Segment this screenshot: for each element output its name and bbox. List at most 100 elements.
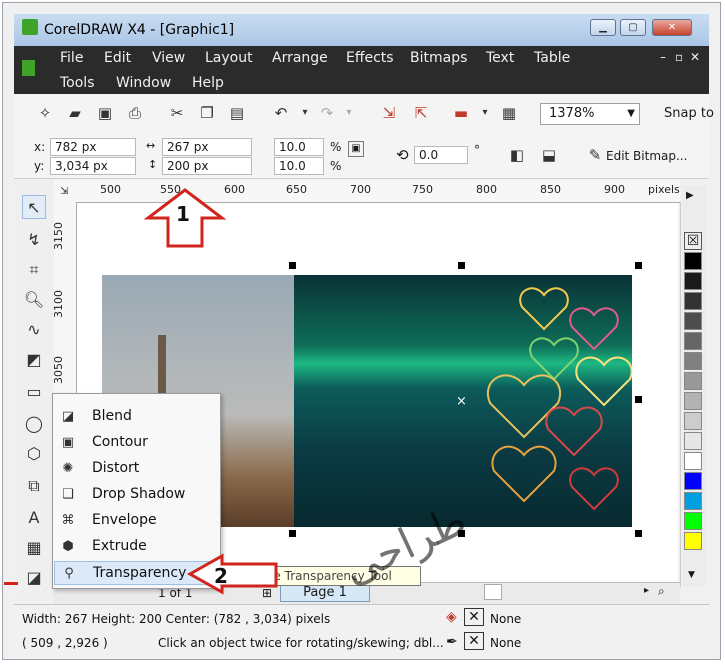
y-position-input[interactable]: 3,034 px [50,157,136,175]
color-swatch[interactable] [684,452,702,470]
menu-tools[interactable]: Tools [60,75,95,91]
color-swatch[interactable] [684,512,702,530]
selection-handle[interactable] [458,262,465,269]
fill-none-swatch[interactable]: ✕ [464,608,484,626]
mirror-horizontal-icon[interactable]: ◧ [508,146,526,164]
maximize-button[interactable]: ▢ [620,19,646,36]
menu-layout[interactable]: Layout [205,50,253,66]
scale-x-input[interactable]: 10.0 [274,138,324,156]
color-swatch[interactable] [684,372,702,390]
flyout-item-envelope[interactable]: ⌘ Envelope [54,509,219,533]
menu-arrange[interactable]: Arrange [272,50,328,66]
menu-file[interactable]: File [60,50,83,66]
color-swatch[interactable] [684,412,702,430]
x-position-input[interactable]: 782 px [50,138,136,156]
ellipse-tool-icon[interactable]: ◯ [22,412,46,436]
selection-handle[interactable] [289,262,296,269]
color-swatch[interactable] [684,392,702,410]
flyout-item-blend[interactable]: ◪ Blend [54,405,219,429]
scroll-right-icon[interactable]: ▸ [644,585,649,596]
undo-dropdown-icon[interactable]: ▾ [296,104,314,122]
menu-effects[interactable]: Effects [346,50,394,66]
menu-help[interactable]: Help [192,75,224,91]
palette-scroll-up-icon[interactable]: ▶ [686,190,694,201]
color-swatch[interactable] [684,432,702,450]
redo-icon[interactable]: ↷ [318,104,336,122]
outline-none-swatch[interactable]: ✕ [464,632,484,650]
mdi-restore-button[interactable]: ▫ [675,50,683,64]
navigator-icon[interactable]: ⌕ [658,584,665,599]
copy-icon[interactable]: ❐ [198,104,216,122]
heart-shape [575,356,632,407]
hearts-photo[interactable]: × [294,275,632,527]
cut-icon[interactable]: ✂ [168,104,186,122]
interactive-blend-tool-icon[interactable]: ◪ [22,566,46,590]
menu-bitmaps[interactable]: Bitmaps [410,50,467,66]
close-button[interactable]: ✕ [652,19,692,36]
horizontal-scroll-thumb[interactable] [484,584,502,600]
rectangle-tool-icon[interactable]: ▭ [22,380,46,404]
undo-icon[interactable]: ↶ [272,104,290,122]
text-tool-icon[interactable]: A [22,506,46,530]
snap-to-button[interactable]: Snap to [664,106,714,121]
application-launcher-icon[interactable]: ▬ [452,104,470,122]
zoom-level-select[interactable]: 1378% ▼ [540,103,640,125]
flyout-item-contour[interactable]: ▣ Contour [54,431,219,455]
print-icon[interactable]: ⎙ [126,104,144,122]
shape-tool-icon[interactable]: ↯ [22,228,46,252]
menu-table[interactable]: Table [534,50,570,66]
flyout-item-distort[interactable]: ✺ Distort [54,457,219,481]
minimize-button[interactable]: ▁ [590,19,616,36]
ruler-tick-label: 3150 [52,222,65,250]
crop-tool-icon[interactable]: ⌗ [22,258,46,282]
selection-handle[interactable] [289,530,296,537]
basic-shapes-tool-icon[interactable]: ⧉ [22,474,46,498]
pick-tool-icon[interactable]: ↖ [22,195,46,219]
color-swatch[interactable] [684,252,702,270]
redo-dropdown-icon[interactable]: ▾ [340,104,358,122]
edit-bitmap-button[interactable]: Edit Bitmap... [606,149,687,163]
table-tool-icon[interactable]: ▦ [22,536,46,560]
lock-ratio-icon[interactable]: ▣ [348,141,364,157]
height-input[interactable]: 200 px [162,157,252,175]
open-folder-icon[interactable]: ▰ [66,104,84,122]
launcher-dropdown-icon[interactable]: ▾ [476,104,494,122]
polygon-tool-icon[interactable]: ⬡ [22,442,46,466]
edit-bitmap-icon[interactable]: ✎ [586,146,604,164]
ruler-origin-icon[interactable]: ⇲ [60,186,68,197]
smart-fill-tool-icon[interactable]: ◩ [22,348,46,372]
scale-y-input[interactable]: 10.0 [274,157,324,175]
color-swatch[interactable] [684,292,702,310]
color-swatch[interactable] [684,312,702,330]
menu-edit[interactable]: Edit [104,50,131,66]
color-swatch[interactable] [684,332,702,350]
no-color-swatch[interactable]: ☒ [684,232,702,250]
save-icon[interactable]: ▣ [96,104,114,122]
export-icon[interactable]: ⇱ [412,104,430,122]
freehand-tool-icon[interactable]: ∿ [22,318,46,342]
import-icon[interactable]: ⇲ [380,104,398,122]
ruler-tick-label: 3050 [52,356,65,384]
paste-icon[interactable]: ▤ [228,104,246,122]
rotation-angle-input[interactable]: 0.0 [414,146,468,164]
menu-window[interactable]: Window [116,75,171,91]
width-input[interactable]: 267 px [162,138,252,156]
flyout-item-drop-shadow[interactable]: ❑ Drop Shadow [54,483,219,507]
mirror-vertical-icon[interactable]: ⬓ [540,146,558,164]
mdi-close-button[interactable]: ✕ [690,50,700,64]
color-swatch[interactable] [684,352,702,370]
selection-handle[interactable] [635,530,642,537]
menu-text[interactable]: Text [486,50,514,66]
palette-scroll-down-icon[interactable]: ▼ [688,570,695,580]
selection-handle[interactable] [635,262,642,269]
welcome-screen-icon[interactable]: ▦ [500,104,518,122]
color-swatch[interactable] [684,532,702,550]
new-document-icon[interactable]: ✧ [36,104,54,122]
color-swatch[interactable] [684,492,702,510]
mdi-minimize-button[interactable]: – [660,50,666,64]
menu-view[interactable]: View [152,50,185,66]
zoom-tool-icon[interactable]: 🔍︎ [22,288,46,312]
selection-handle[interactable] [635,396,642,403]
color-swatch[interactable] [684,272,702,290]
color-swatch[interactable] [684,472,702,490]
